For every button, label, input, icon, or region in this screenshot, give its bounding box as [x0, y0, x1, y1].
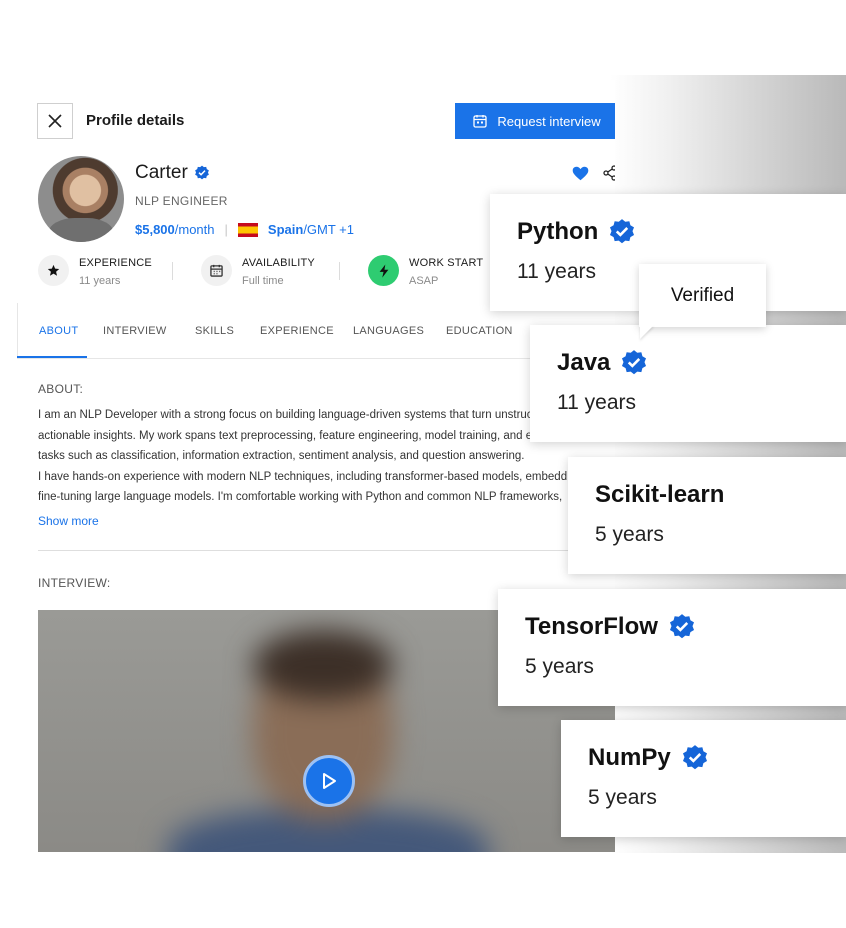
candidate-name: Carter: [135, 162, 210, 184]
skill-card: Scikit-learn 5 years: [568, 457, 846, 574]
star-icon: [47, 264, 60, 276]
tab-skills[interactable]: SKILLS: [195, 325, 234, 337]
skill-years: 11 years: [517, 260, 596, 283]
rate-row: $5,800 /month | Spain /GMT +1: [135, 222, 354, 237]
skill-card: NumPy 5 years: [561, 720, 846, 837]
active-tab-indicator: [17, 356, 87, 358]
calendar-icon: [210, 264, 223, 277]
page-title: Profile details: [86, 112, 185, 129]
play-button[interactable]: [303, 755, 355, 807]
skill-name: NumPy: [588, 744, 671, 771]
calendar-icon: [473, 115, 487, 128]
verified-badge-icon: [194, 165, 209, 180]
tab-languages[interactable]: LANGUAGES: [353, 325, 424, 337]
interview-heading: INTERVIEW:: [38, 576, 111, 590]
close-icon: [48, 114, 62, 128]
avatar: [38, 156, 124, 242]
verified-tooltip: Verified: [639, 264, 766, 327]
stat-label: AVAILABILITY: [242, 257, 315, 269]
about-line: tasks such as classification, informatio…: [38, 450, 525, 462]
about-line: fine-tuning large language models. I'm c…: [38, 491, 563, 503]
stat-value: ASAP: [409, 275, 439, 287]
skill-years: 11 years: [557, 391, 636, 414]
verified-badge-icon: [669, 614, 694, 639]
about-text: I am an NLP Developer with a strong focu…: [38, 405, 615, 508]
heart-icon: [572, 166, 589, 181]
verified-badge-icon: [610, 219, 635, 244]
section-divider: [38, 550, 598, 551]
skill-name: Java: [557, 349, 611, 376]
stat-availability: AVAILABILITY Full time: [201, 255, 315, 287]
show-more-link[interactable]: Show more: [38, 514, 99, 528]
stat-experience: EXPERIENCE 11 years: [38, 255, 152, 287]
about-heading: ABOUT:: [38, 382, 84, 396]
skill-name: TensorFlow: [525, 613, 658, 640]
tab-education[interactable]: EDUCATION: [446, 325, 513, 337]
favorite-button[interactable]: [572, 166, 589, 186]
verified-badge-icon: [622, 350, 647, 375]
request-interview-button[interactable]: Request interview: [455, 103, 615, 139]
close-button[interactable]: [37, 103, 73, 139]
play-icon: [323, 773, 336, 789]
bolt-icon: [379, 263, 388, 278]
candidate-name-text: Carter: [135, 162, 188, 183]
divider: [339, 262, 340, 280]
stat-value: 11 years: [79, 275, 121, 287]
request-interview-label: Request interview: [497, 113, 601, 129]
tab-experience[interactable]: EXPERIENCE: [260, 325, 334, 337]
skill-name: Scikit-learn: [595, 481, 725, 508]
skill-card: TensorFlow 5 years: [498, 589, 846, 706]
country: Spain: [267, 222, 304, 237]
tab-about[interactable]: ABOUT: [39, 325, 78, 337]
divider: [172, 262, 173, 280]
tab-interview[interactable]: INTERVIEW: [103, 325, 167, 337]
share-button[interactable]: [602, 165, 615, 186]
stat-label: EXPERIENCE: [79, 257, 152, 269]
rate-amount: $5,800: [135, 222, 175, 237]
share-icon: [603, 165, 615, 181]
stat-value: Full time: [242, 275, 284, 287]
skill-card: Java 11 years: [530, 325, 846, 442]
skill-years: 5 years: [588, 786, 657, 809]
rate-unit: /month: [174, 222, 215, 237]
tooltip-tail: [640, 325, 654, 339]
skill-years: 5 years: [525, 655, 594, 678]
tab-bar: ABOUT INTERVIEW SKILLS EXPERIENCE LANGUA…: [17, 303, 615, 359]
rate-separator: |: [224, 222, 228, 237]
timezone: /GMT +1: [303, 222, 355, 237]
stat-label: WORK START: [409, 257, 484, 269]
candidate-role: NLP ENGINEER: [135, 194, 228, 208]
verified-badge-icon: [682, 745, 707, 770]
about-line: I have hands-on experience with modern N…: [38, 470, 568, 483]
spain-flag-icon: [237, 222, 258, 237]
skill-years: 5 years: [595, 523, 664, 546]
skill-name: Python: [517, 218, 599, 245]
stat-work-start: WORK START ASAP: [368, 255, 483, 287]
about-line: I am an NLP Developer with a strong focu…: [38, 409, 533, 421]
about-line: actionable insights. My work spans text …: [38, 429, 533, 442]
